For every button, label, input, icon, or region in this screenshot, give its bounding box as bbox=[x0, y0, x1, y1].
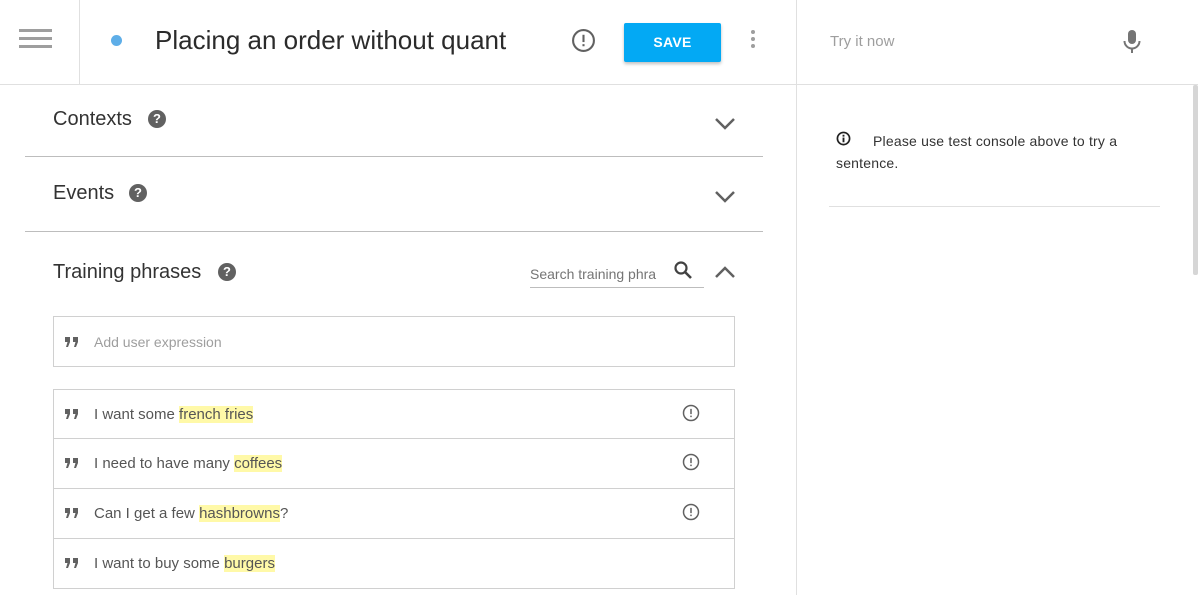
contexts-title: Contexts bbox=[53, 108, 132, 130]
phrase-text-part: ? bbox=[279, 505, 289, 522]
quote-icon bbox=[65, 409, 78, 419]
events-section-header[interactable]: Events ? bbox=[25, 157, 763, 232]
menu-icon[interactable] bbox=[0, 0, 80, 84]
search-training-phrases bbox=[530, 260, 704, 288]
chevron-down-icon[interactable] bbox=[714, 190, 736, 204]
console-separator bbox=[829, 206, 1160, 207]
search-training-input[interactable] bbox=[530, 263, 668, 285]
warning-icon[interactable] bbox=[571, 28, 596, 53]
intent-title[interactable]: Placing an order without quant bbox=[155, 22, 525, 58]
training-phrase-row[interactable]: I want to buy some burgers bbox=[53, 539, 735, 589]
training-phrase-text[interactable]: I want some french fries bbox=[94, 405, 254, 425]
contexts-section-header[interactable]: Contexts ? bbox=[25, 82, 763, 157]
help-icon[interactable]: ? bbox=[148, 110, 166, 128]
warning-icon[interactable] bbox=[682, 453, 700, 471]
chevron-down-icon[interactable] bbox=[714, 117, 736, 131]
help-icon[interactable]: ? bbox=[129, 184, 147, 202]
quote-icon bbox=[65, 458, 78, 468]
training-phrase-row[interactable]: I need to have many coffees bbox=[53, 439, 735, 489]
phrase-text-part: I want to buy some bbox=[94, 555, 225, 572]
training-phrase-text[interactable]: I need to have many coffees bbox=[94, 454, 283, 474]
quote-icon bbox=[65, 337, 78, 347]
entity-annotation[interactable]: burgers bbox=[224, 555, 275, 572]
console-info-text: Please use test console above to try a s… bbox=[836, 133, 1118, 171]
training-phrase-text[interactable]: I want to buy some burgers bbox=[94, 554, 275, 574]
warning-icon[interactable] bbox=[682, 404, 700, 422]
status-dot-icon bbox=[111, 35, 122, 46]
phrase-text-part: Can I get a few bbox=[94, 505, 200, 522]
save-button[interactable]: SAVE bbox=[624, 23, 721, 62]
top-bar: Placing an order without quant SAVE bbox=[0, 0, 1198, 85]
training-phrases-list: I want some french fries I need to have m… bbox=[53, 389, 735, 589]
training-phrase-text[interactable]: Can I get a few hashbrowns? bbox=[94, 504, 288, 524]
scrollbar[interactable] bbox=[1193, 85, 1198, 275]
entity-annotation[interactable]: hashbrowns bbox=[199, 505, 280, 522]
try-it-now-input[interactable] bbox=[830, 28, 1090, 54]
phrase-text-part: I want some bbox=[94, 406, 180, 423]
events-title: Events bbox=[53, 182, 115, 204]
more-vertical-icon[interactable] bbox=[748, 30, 758, 50]
add-expression-box bbox=[53, 316, 735, 367]
warning-icon[interactable] bbox=[682, 503, 700, 521]
training-phrase-row[interactable]: I want some french fries bbox=[53, 389, 735, 439]
entity-annotation[interactable]: french fries bbox=[179, 406, 254, 423]
quote-icon bbox=[65, 508, 78, 518]
panel-divider bbox=[796, 0, 797, 595]
training-phrase-row[interactable]: Can I get a few hashbrowns? bbox=[53, 489, 735, 539]
help-icon[interactable]: ? bbox=[218, 263, 236, 281]
microphone-icon[interactable] bbox=[1121, 29, 1143, 55]
entity-annotation[interactable]: coffees bbox=[234, 455, 283, 472]
quote-icon bbox=[65, 558, 78, 568]
chevron-up-icon[interactable] bbox=[714, 265, 736, 279]
training-phrases-title: Training phrases bbox=[53, 261, 202, 283]
add-user-expression-input[interactable] bbox=[94, 331, 694, 353]
search-icon[interactable] bbox=[673, 260, 693, 280]
phrase-text-part: I need to have many bbox=[94, 455, 235, 472]
